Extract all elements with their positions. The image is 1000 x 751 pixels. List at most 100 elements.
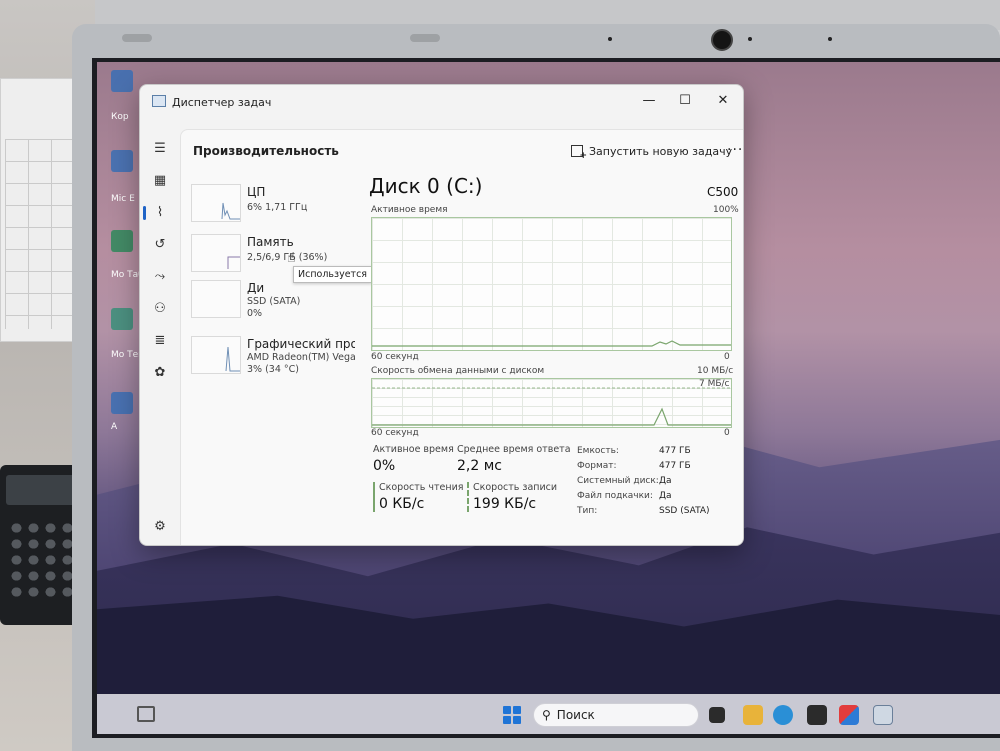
disk-model: C500 bbox=[707, 185, 739, 199]
navigation-rail: ☰ ▦ ⌇ ↺ ⤳ ⚇ ≣ ✿ ⚙ bbox=[140, 115, 178, 545]
resource-name: Графический проц bbox=[247, 337, 355, 351]
close-button[interactable]: ✕ bbox=[710, 90, 736, 112]
disk-title: Диск 0 (C:) bbox=[369, 174, 483, 198]
active-time-value: 0% bbox=[373, 458, 396, 474]
graph2-mid: 7 МБ/с bbox=[699, 379, 730, 389]
write-speed-value: 199 КБ/с bbox=[473, 496, 537, 512]
desktop-shortcut-label: Кор bbox=[111, 112, 129, 122]
tooltip: Используется bbox=[293, 266, 373, 283]
response-time-label: Среднее время ответа bbox=[457, 444, 571, 455]
settings-icon[interactable]: ⚙ bbox=[152, 519, 168, 535]
desktop-shortcut-icon[interactable] bbox=[111, 70, 133, 92]
resource-name: ЦП bbox=[247, 185, 266, 199]
bezel-led bbox=[748, 37, 752, 41]
minimize-button[interactable]: — bbox=[636, 90, 662, 112]
read-speed-value: 0 КБ/с bbox=[379, 496, 425, 512]
resource-name: Ди bbox=[247, 281, 265, 295]
paper-sheet bbox=[0, 78, 80, 342]
system-disk-value: Да bbox=[659, 476, 672, 486]
task-view-icon[interactable] bbox=[709, 707, 725, 723]
capacity-value: 477 ГБ bbox=[659, 446, 691, 456]
desktop-shortcut-icon[interactable] bbox=[111, 392, 133, 414]
task-manager-icon bbox=[152, 95, 166, 107]
more-options-button[interactable]: ··· bbox=[727, 142, 743, 158]
processes-icon[interactable]: ▦ bbox=[152, 173, 168, 189]
gpu-thumbnail-graph bbox=[191, 336, 241, 374]
file-explorer-icon[interactable] bbox=[743, 705, 763, 725]
run-new-task-label: Запустить новую задачу bbox=[589, 144, 733, 158]
resource-detail: 6% 1,71 ГГц bbox=[247, 202, 308, 213]
type-label: Тип: bbox=[577, 506, 598, 516]
bezel-led bbox=[828, 37, 832, 41]
active-time-graph bbox=[371, 217, 732, 351]
resource-detail: AMD Radeon(TM) Vega bbox=[247, 352, 356, 363]
graph1-max: 100% bbox=[713, 205, 739, 215]
users-icon[interactable]: ⚇ bbox=[152, 301, 168, 317]
services-icon[interactable]: ✿ bbox=[152, 365, 168, 381]
widgets-icon[interactable] bbox=[137, 706, 155, 722]
app-history-icon[interactable]: ↺ bbox=[152, 237, 168, 253]
active-time-label: Активное время bbox=[373, 444, 454, 455]
graph1-label: Активное время bbox=[371, 205, 448, 215]
maximize-button[interactable]: ☐ bbox=[672, 90, 698, 112]
webcam bbox=[711, 29, 733, 51]
resource-detail: SSD (SATA) bbox=[247, 296, 301, 307]
title-bar[interactable]: Диспетчер задач — ☐ ✕ bbox=[140, 85, 743, 115]
start-icon[interactable] bbox=[503, 706, 521, 724]
cpu-thumbnail-graph bbox=[191, 184, 241, 222]
search-label: Поиск bbox=[556, 708, 595, 722]
page-file-label: Файл подкачки: bbox=[577, 491, 653, 501]
graph1-min: 0 bbox=[724, 352, 730, 362]
resource-usage: 3% (34 °C) bbox=[247, 364, 299, 375]
write-speed-label: Скорость записи bbox=[473, 482, 558, 493]
graph2-label: Скорость обмена данными с диском bbox=[371, 366, 545, 376]
desktop-shortcut-icon[interactable] bbox=[111, 150, 133, 172]
performance-icon[interactable]: ⌇ bbox=[152, 205, 168, 221]
window-title: Диспетчер задач bbox=[172, 96, 272, 109]
type-value: SSD (SATA) bbox=[659, 506, 710, 516]
edge-icon[interactable] bbox=[773, 705, 793, 725]
graph2-time: 60 секунд bbox=[371, 428, 419, 438]
resource-gpu[interactable]: Графический проц AMD Radeon(TM) Vega 3% … bbox=[191, 336, 356, 380]
memory-thumbnail-graph bbox=[191, 234, 241, 272]
performance-content: Производительность Запустить новую задач… bbox=[180, 129, 743, 545]
page-title: Производительность bbox=[193, 144, 339, 158]
desktop-shortcut-icon[interactable] bbox=[111, 308, 133, 330]
app-icon[interactable] bbox=[839, 705, 859, 725]
format-value: 477 ГБ bbox=[659, 461, 691, 471]
system-disk-label: Системный диск: bbox=[577, 476, 659, 486]
format-label: Формат: bbox=[577, 461, 617, 471]
search-box[interactable]: ⚲ Поиск bbox=[533, 703, 699, 727]
desktop-shortcut-icon[interactable] bbox=[111, 230, 133, 252]
hamburger-icon[interactable]: ☰ bbox=[152, 141, 168, 157]
active-indicator bbox=[143, 206, 146, 220]
graph1-time: 60 секунд bbox=[371, 352, 419, 362]
run-new-task-button[interactable]: Запустить новую задачу bbox=[571, 140, 732, 162]
run-task-icon bbox=[571, 145, 587, 161]
resource-detail: 2,5/6,9 ГБ (36%) bbox=[247, 252, 328, 263]
task-manager-window: Диспетчер задач — ☐ ✕ ☰ ▦ ⌇ ↺ ⤳ ⚇ ≣ ✿ ⚙ … bbox=[139, 84, 744, 546]
resource-name: Память bbox=[247, 235, 294, 249]
desktop-shortcut-label: A bbox=[111, 422, 118, 432]
store-icon[interactable] bbox=[807, 705, 827, 725]
response-time-value: 2,2 мс bbox=[457, 458, 502, 474]
bezel-tab-left bbox=[122, 34, 152, 42]
details-icon[interactable]: ≣ bbox=[152, 333, 168, 349]
mouse-pointer-icon: ☝ bbox=[287, 250, 296, 266]
graph2-min: 0 bbox=[724, 428, 730, 438]
read-speed-label: Скорость чтения bbox=[379, 482, 464, 493]
search-icon: ⚲ bbox=[542, 708, 551, 722]
resource-usage: 0% bbox=[247, 308, 263, 319]
task-manager-taskbar-icon[interactable] bbox=[873, 705, 893, 725]
page-file-value: Да bbox=[659, 491, 672, 501]
taskbar: ⚲ Поиск bbox=[97, 694, 1000, 734]
resource-cpu[interactable]: ЦП 6% 1,71 ГГц bbox=[191, 184, 351, 228]
disk-thumbnail-graph bbox=[191, 280, 241, 318]
resource-disk[interactable]: Ди SSD (SATA) 0% bbox=[191, 280, 351, 324]
desktop-screen: Кор Mic E Мо Таб Мо Тек A Диспетчер зада… bbox=[97, 62, 1000, 734]
bezel-led bbox=[608, 37, 612, 41]
startup-icon[interactable]: ⤳ bbox=[152, 269, 168, 285]
bezel-tab-mid bbox=[410, 34, 440, 42]
read-speed-bar bbox=[373, 482, 375, 512]
graph2-max: 10 МБ/с bbox=[697, 366, 734, 376]
